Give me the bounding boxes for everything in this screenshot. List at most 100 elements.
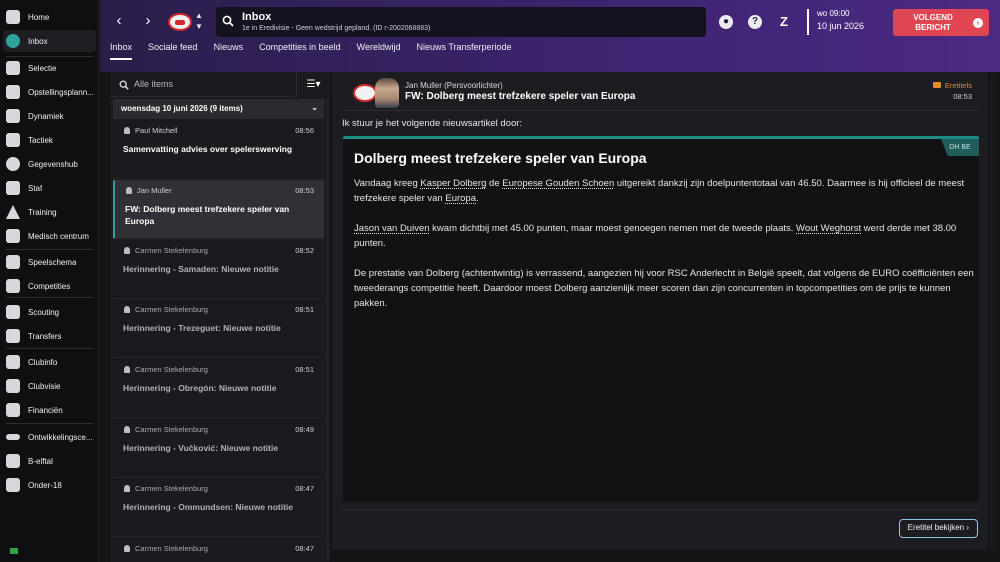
message-subject: Herinnering - Obregón: Nieuwe notitie (123, 383, 277, 393)
sidebar-item-label: Inbox (28, 36, 48, 46)
view-honours-button[interactable]: Eretitel bekijken › (898, 519, 978, 538)
award-link[interactable]: Europese Gouden Schoen (502, 178, 614, 189)
chevron-down-icon: ⌄ (311, 103, 318, 112)
detail-scrollbar[interactable] (990, 72, 996, 550)
player-link[interactable]: Kasper Dolberg (420, 178, 486, 189)
list-item[interactable]: Carmen Stekelenburg 08:47 Herinnering - … (113, 478, 324, 537)
sidebar-item-ontwikkelingscentrum[interactable]: Ontwikkelingsce... (0, 426, 99, 448)
list-item[interactable]: Carmen Stekelenburg 08:51 Herinnering - … (113, 359, 324, 418)
message-subject: FW: Dolberg meest trefzekere speler van … (405, 91, 636, 102)
sidebar-item-home[interactable]: Home (0, 6, 99, 28)
sidebar-item-staf[interactable]: Staf (0, 177, 99, 199)
message-subject: Herinnering - Samaden: Nieuwe notitie (123, 264, 279, 274)
sidebar-item-speelschema[interactable]: Speelschema (0, 251, 99, 273)
message-time: 08:53 (295, 186, 314, 195)
sidebar-item-label: Clubvisie (28, 381, 61, 391)
sidebar-item-medisch-centrum[interactable]: Medisch centrum (0, 225, 99, 247)
date-day: 10 jun 2026 (817, 21, 865, 31)
sidebar-item-b-elftal[interactable]: B-elftal (0, 450, 99, 472)
forward-button[interactable]: › (139, 12, 157, 30)
chevron-down-icon[interactable]: ▼ (195, 22, 203, 31)
sidebar-item-opstellingsplanner[interactable]: Opstellingsplann... (0, 81, 99, 103)
staff-icon (6, 181, 20, 195)
continue-button[interactable]: VOLGEND BERICHT › (893, 9, 989, 36)
article-text: . (476, 193, 479, 204)
message-detail: Jan Muller (Persvoorlichter) FW: Dolberg… (332, 72, 988, 550)
list-scrollbar[interactable] (326, 100, 329, 560)
sidebar-item-selectie[interactable]: Selectie (0, 57, 99, 79)
header-search[interactable]: Inbox 1e in Eredivisie - Geen wedstrijd … (216, 7, 706, 37)
continue-label: VOLGEND BERICHT (913, 13, 953, 32)
message-list: ☰▾ woensdag 10 juni 2026 (9 items) ⌄ Pau… (110, 72, 330, 562)
message-sender: Paul Mitchell (123, 126, 316, 135)
list-item[interactable]: Carmen Stekelenburg 08:52 Herinnering - … (113, 240, 324, 299)
vision-icon (6, 379, 20, 393)
sidebar-item-transfers[interactable]: Transfers (0, 325, 99, 347)
message-sender: Carmen Stekelenburg (123, 305, 316, 314)
player-link[interactable]: Jason van Duiven (354, 223, 430, 234)
sidebar-item-label: Competities (28, 281, 71, 291)
page-title: Inbox (242, 11, 272, 23)
group-header[interactable]: woensdag 10 juni 2026 (9 items) ⌄ (113, 99, 324, 119)
sidebar-item-gegevenshub[interactable]: Gegevenshub (0, 153, 99, 175)
sidebar-item-clubinfo[interactable]: Clubinfo (0, 351, 99, 373)
sidebar-divider (6, 348, 94, 349)
list-search (110, 72, 295, 97)
team-icon (6, 454, 20, 468)
list-search-input[interactable] (134, 79, 284, 89)
article-text: Vandaag kreeg (354, 178, 421, 189)
search-icon (119, 80, 129, 90)
sidebar-item-inbox[interactable]: Inbox (3, 30, 96, 52)
chevron-up-icon[interactable]: ▲ (195, 11, 203, 20)
sidebar-item-scouting[interactable]: Scouting (0, 301, 99, 323)
sidebar-item-label: Scouting (28, 307, 60, 317)
list-item[interactable]: Paul Mitchell 08:56 Samenvatting advies … (113, 120, 324, 179)
sidebar-divider (6, 423, 94, 424)
tab-competities-in-beeld[interactable]: Competities in beeld (259, 42, 341, 60)
game-date[interactable]: wo 09:00 10 jun 2026 (807, 9, 864, 35)
back-button[interactable]: ‹ (110, 12, 128, 30)
sidebar-item-clubvisie[interactable]: Clubvisie (0, 375, 99, 397)
tab-inbox[interactable]: Inbox (110, 42, 133, 60)
list-item[interactable]: Carmen Stekelenburg 08:47 (113, 538, 324, 562)
sidebar-item-competities[interactable]: Competities (0, 275, 99, 297)
message-sender: Carmen Stekelenburg (123, 544, 316, 553)
clipboard-icon (6, 85, 20, 99)
list-item[interactable]: Carmen Stekelenburg 08:49 Herinnering - … (113, 419, 324, 478)
tab-nieuws[interactable]: Nieuws (214, 42, 244, 60)
message-time: 08:47 (295, 484, 314, 493)
sidebar-item-label: B-elftal (28, 456, 53, 466)
list-item-selected[interactable]: Jan Muller 08:53 FW: Dolberg meest trefz… (113, 180, 324, 239)
z-logo-icon[interactable]: Z (777, 15, 791, 29)
message-sender: Jan Muller (125, 186, 316, 195)
sidebar-item-financien[interactable]: Financiën (0, 399, 99, 421)
sidebar-item-label: Gegevenshub (28, 159, 78, 169)
sidebar-item-training[interactable]: Training (0, 201, 99, 223)
sidebar-item-label: Staf (28, 183, 43, 193)
tab-wereldwijd[interactable]: Wereldwijd (357, 42, 401, 60)
world-cup-icon[interactable]: ● (719, 15, 733, 29)
avatar[interactable] (375, 78, 399, 108)
filter-menu-icon[interactable]: ☰▾ (296, 72, 330, 97)
tab-nieuws-transferperiode[interactable]: Nieuws Transferperiode (417, 42, 512, 60)
sidebar-item-dynamiek[interactable]: Dynamiek (0, 105, 99, 127)
list-item[interactable]: Carmen Stekelenburg 08:51 Herinnering - … (113, 299, 324, 358)
player-link[interactable]: Wout Weghorst (796, 223, 861, 234)
region-link[interactable]: Europa (445, 193, 476, 204)
club-badge-icon[interactable] (168, 13, 192, 31)
help-icon[interactable]: ? (748, 15, 762, 29)
sidebar-item-tactiek[interactable]: Tactiek (0, 129, 99, 151)
message-from[interactable]: Jan Muller (Persvoorlichter) (405, 81, 503, 90)
message-subject: Herinnering - Trezeguet: Nieuwe notitie (123, 323, 281, 333)
money-icon (6, 403, 20, 417)
sidebar-item-onder-18[interactable]: Onder-18 (0, 474, 99, 496)
training-cone-icon (6, 205, 20, 219)
message-sender: Carmen Stekelenburg (123, 365, 316, 374)
message-subject: Samenvatting advies over spelerswerving (123, 144, 293, 154)
page-subtitle: 1e in Eredivisie - Geen wedstrijd geplan… (242, 25, 431, 32)
divider (342, 110, 978, 111)
message-time: 08:49 (295, 425, 314, 434)
tab-sociale-feed[interactable]: Sociale feed (148, 42, 198, 60)
message-time: 08:52 (295, 246, 314, 255)
transfer-arrows-icon (6, 329, 20, 343)
